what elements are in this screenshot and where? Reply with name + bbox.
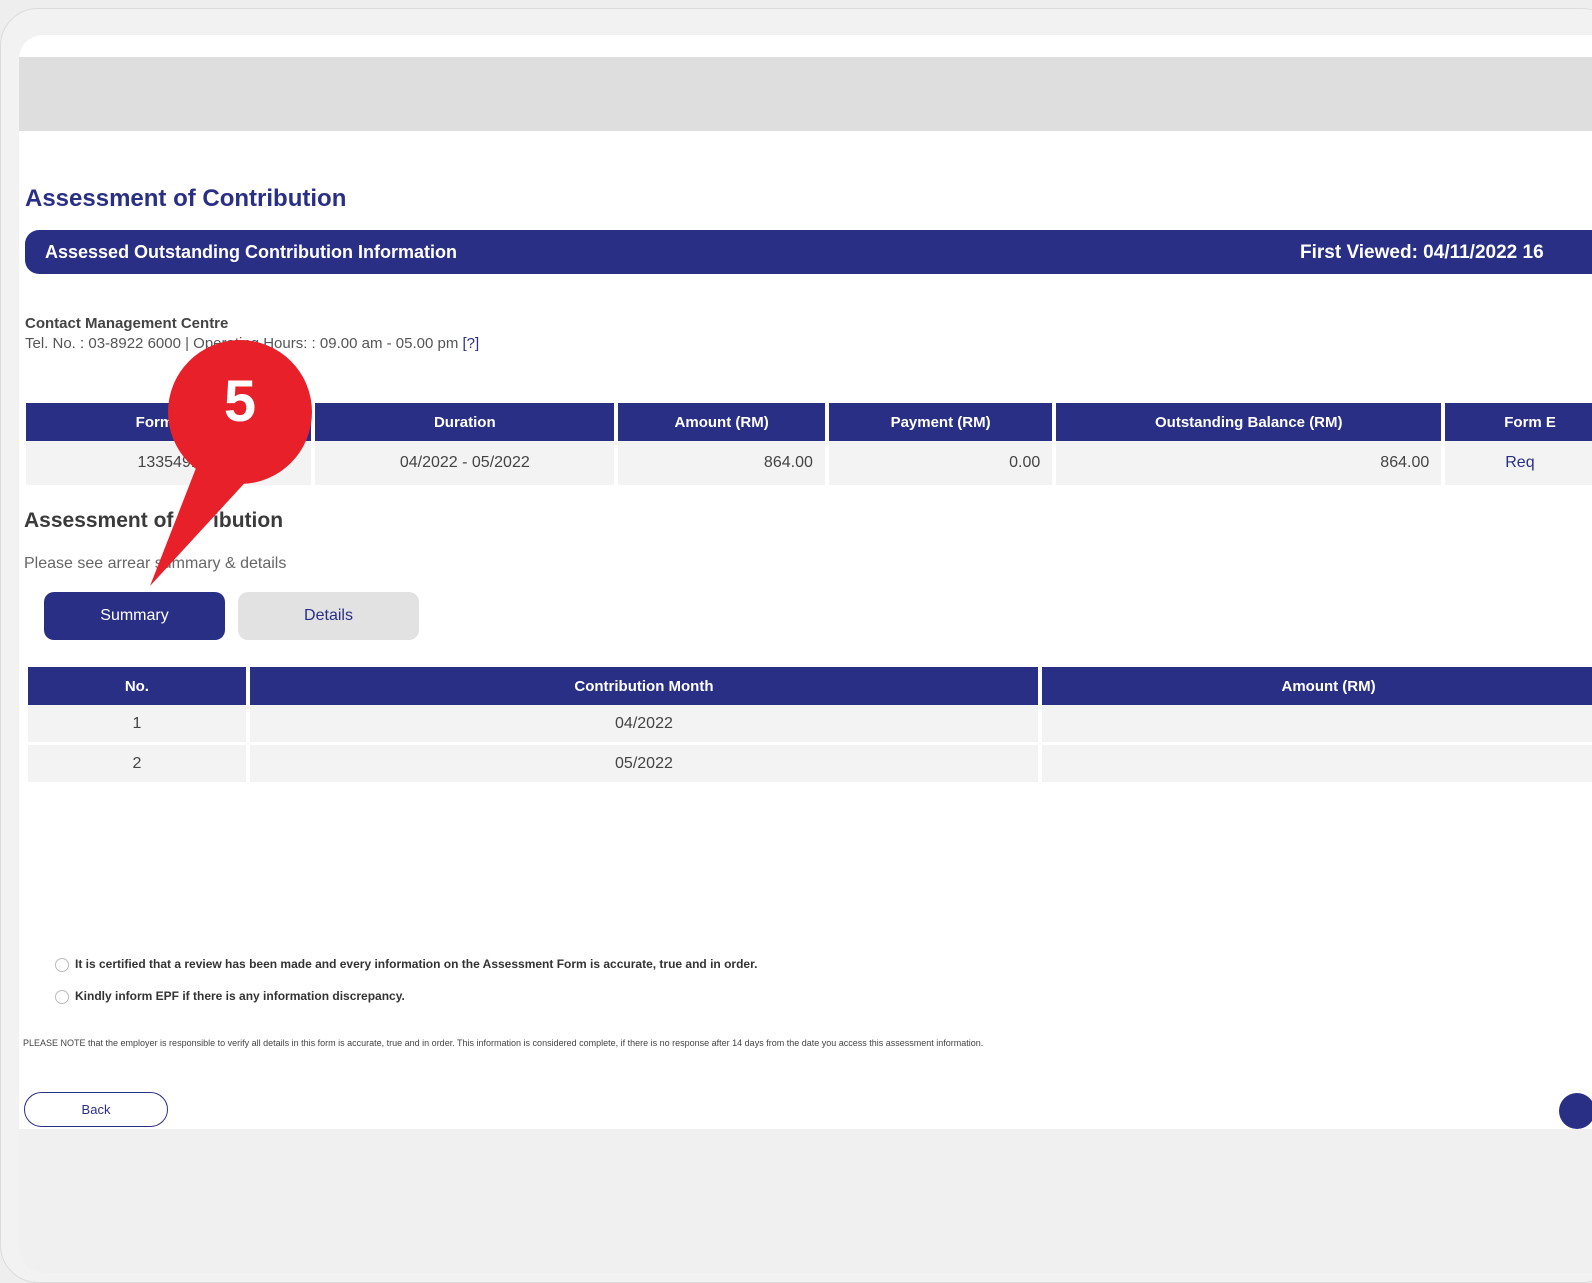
contact-info: Tel. No. : 03-8922 6000 | Operating Hour… (25, 335, 479, 352)
app-screen: Assessment of Contribution Assessed Outs… (19, 35, 1592, 1273)
top-header-bar (19, 57, 1592, 131)
certify-label: It is certified that a review has been m… (75, 957, 758, 971)
contact-title: Contact Management Centre (25, 315, 229, 332)
discrepancy-label: Kindly inform EPF if there is any inform… (75, 989, 405, 1003)
tab-details[interactable]: Details (238, 592, 419, 640)
back-button[interactable]: Back (24, 1092, 168, 1127)
callout-number: 5 (223, 369, 257, 434)
column-header: Outstanding Balance (RM) (1056, 403, 1442, 441)
section-subtitle: Please see arrear summary & details (24, 555, 287, 572)
payment-cell: 0.00 (828, 441, 1053, 485)
table-row: 1 04/2022 (28, 705, 1592, 745)
column-header: Payment (RM) (828, 403, 1053, 441)
row-number: 1 (28, 705, 246, 745)
page-title: Assessment of Contribution (25, 185, 347, 212)
contribution-month: 05/2022 (249, 745, 1039, 785)
amount-cell (1042, 745, 1592, 785)
column-header: No. (28, 667, 246, 705)
column-header: Duration (315, 403, 615, 441)
amount-cell (1042, 705, 1592, 745)
form-e-serial: 1335491 (26, 441, 312, 485)
column-header: Amount (RM) (618, 403, 825, 441)
discrepancy-radio[interactable] (55, 989, 69, 1004)
discrepancy-declaration: Kindly inform EPF if there is any inform… (55, 989, 405, 1004)
column-header: Contribution Month (249, 667, 1039, 705)
column-header: Form E (1445, 403, 1592, 441)
table-row: 2 05/2022 (28, 745, 1592, 785)
form-e-request-link[interactable]: Req (1445, 441, 1592, 485)
banner-title: Assessed Outstanding Contribution Inform… (45, 242, 458, 262)
row-number: 2 (28, 745, 246, 785)
duration-cell: 04/2022 - 05/2022 (315, 441, 615, 485)
tab-summary[interactable]: Summary (44, 592, 225, 640)
info-banner: Assessed Outstanding Contribution Inform… (25, 230, 1592, 274)
table-header-row: No. Contribution Month Amount (RM) (28, 667, 1592, 705)
contribution-detail-table: No. Contribution Month Amount (RM) 1 04/… (24, 667, 1592, 785)
first-viewed-timestamp: First Viewed: 04/11/2022 16 (1300, 242, 1544, 263)
table-row: 1335491 04/2022 - 05/2022 864.00 0.00 86… (26, 441, 1592, 485)
device-frame: Assessment of Contribution Assessed Outs… (0, 8, 1592, 1283)
outstanding-balance-cell: 864.00 (1056, 441, 1442, 485)
amount-cell: 864.00 (618, 441, 825, 485)
certify-declaration: It is certified that a review has been m… (55, 957, 757, 972)
certify-radio[interactable] (55, 957, 69, 972)
help-link[interactable]: [?] (462, 335, 479, 352)
employer-note: PLEASE NOTE that the employer is respons… (23, 1038, 984, 1048)
next-button[interactable] (1559, 1093, 1592, 1129)
section-title: Assessment of Co ibution (24, 509, 284, 532)
column-header: Amount (RM) (1042, 667, 1592, 705)
contact-details: Tel. No. : 03-8922 6000 | Operating Hour… (25, 335, 463, 352)
contribution-month: 04/2022 (249, 705, 1039, 745)
footer-area (19, 1129, 1592, 1273)
